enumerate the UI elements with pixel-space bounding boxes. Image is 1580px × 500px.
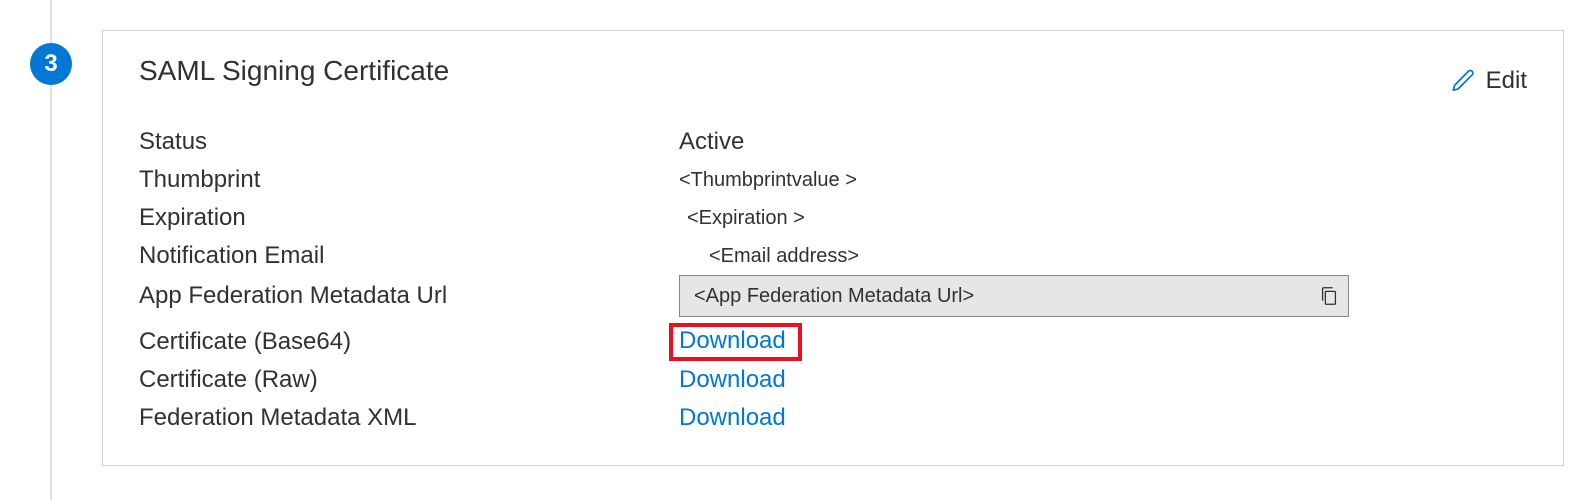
value-status: Active	[679, 128, 744, 156]
edit-button[interactable]: Edit	[1450, 67, 1527, 95]
row-metadata-xml: Federation Metadata XML Download	[139, 399, 1527, 437]
saml-signing-certificate-card: SAML Signing Certificate Edit Status Act…	[102, 30, 1564, 466]
label-federation-url: App Federation Metadata Url	[139, 282, 679, 310]
federation-url-field[interactable]: <App Federation Metadata Url>	[679, 275, 1349, 317]
row-thumbprint: Thumbprint <Thumbprintvalue >	[139, 161, 1527, 199]
label-cert-raw: Certificate (Raw)	[139, 366, 679, 394]
row-cert-raw: Certificate (Raw) Download	[139, 361, 1527, 399]
label-metadata-xml: Federation Metadata XML	[139, 404, 679, 432]
copy-icon[interactable]	[1318, 285, 1340, 307]
value-expiration: <Expiration >	[679, 207, 805, 230]
download-metadata-xml-link[interactable]: Download	[679, 404, 786, 432]
row-status: Status Active	[139, 123, 1527, 161]
field-rows: Status Active Thumbprint <Thumbprintvalu…	[139, 123, 1527, 437]
card-header: SAML Signing Certificate Edit	[139, 55, 1527, 95]
card-title: SAML Signing Certificate	[139, 55, 449, 87]
value-notification-email: <Email address>	[679, 245, 859, 268]
federation-url-value: <App Federation Metadata Url>	[694, 285, 1318, 308]
step-badge: 3	[30, 43, 72, 85]
row-cert-base64: Certificate (Base64) Download	[139, 323, 1527, 361]
row-federation-url: App Federation Metadata Url <App Federat…	[139, 275, 1527, 317]
pencil-icon	[1450, 68, 1476, 94]
row-expiration: Expiration <Expiration >	[139, 199, 1527, 237]
value-thumbprint: <Thumbprintvalue >	[679, 169, 857, 192]
download-cert-base64-link[interactable]: Download	[669, 323, 802, 361]
row-notification-email: Notification Email <Email address>	[139, 237, 1527, 275]
label-status: Status	[139, 128, 679, 156]
label-notification-email: Notification Email	[139, 242, 679, 270]
label-expiration: Expiration	[139, 204, 679, 232]
download-cert-raw-link[interactable]: Download	[679, 366, 786, 394]
label-thumbprint: Thumbprint	[139, 166, 679, 194]
edit-label: Edit	[1486, 67, 1527, 95]
label-cert-base64: Certificate (Base64)	[139, 328, 679, 356]
